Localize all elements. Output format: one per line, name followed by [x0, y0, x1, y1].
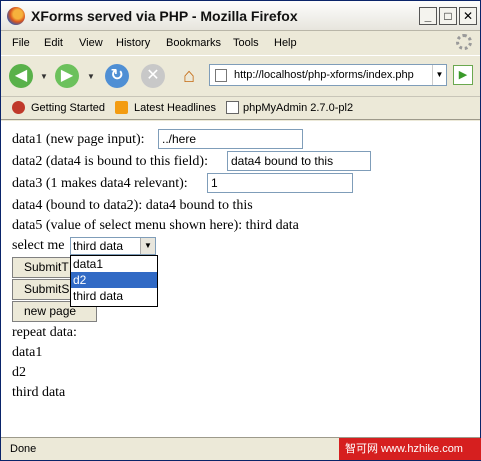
data2-input[interactable]: data4 bound to this: [227, 151, 371, 171]
select-dropdown-list: data1 d2 third data: [70, 255, 158, 307]
close-button[interactable]: ✕: [459, 7, 477, 25]
data1-label: data1 (new page input):: [12, 132, 145, 147]
forward-arrow-icon[interactable]: ▶: [55, 64, 79, 88]
home-icon[interactable]: ⌂: [177, 64, 201, 88]
forward-history-dropdown-icon[interactable]: ▼: [87, 72, 95, 81]
firefox-logo-icon: [7, 7, 25, 25]
menu-bar: File Edit View History Bookmarks Tools H…: [1, 32, 480, 54]
back-arrow-icon[interactable]: ◀: [9, 64, 33, 88]
watermark: 智可网 www.hzhike.com: [339, 438, 481, 460]
data4-output: data4 (bound to data2): data4 bound to t…: [12, 198, 253, 213]
data1-input[interactable]: ../here: [158, 129, 303, 149]
address-dropdown-icon[interactable]: ▼: [432, 65, 446, 85]
back-history-dropdown-icon[interactable]: ▼: [40, 72, 48, 81]
menu-file[interactable]: File: [12, 37, 30, 49]
data5-output: data5 (value of select menu shown here):…: [12, 218, 299, 233]
browser-window: XForms served via PHP - Mozilla Firefox …: [0, 0, 481, 461]
rss-feed-icon: [115, 101, 128, 114]
menu-edit[interactable]: Edit: [44, 37, 63, 49]
menu-tools[interactable]: Tools: [233, 37, 259, 49]
select-label: select me: [12, 238, 65, 253]
window-title: XForms served via PHP - Mozilla Firefox: [31, 8, 298, 24]
firefox-bookmark-icon: [12, 101, 25, 114]
menu-bookmarks[interactable]: Bookmarks: [166, 37, 221, 49]
address-url[interactable]: http://localhost/php-xforms/index.php: [234, 69, 414, 81]
address-bar[interactable]: http://localhost/php-xforms/index.php ▼: [209, 64, 447, 86]
repeat-item: third data: [12, 385, 66, 400]
data2-label: data2 (data4 is bound to this field):: [12, 154, 208, 169]
reload-icon[interactable]: ↻: [105, 64, 129, 88]
select-option[interactable]: data1: [71, 256, 157, 272]
go-button[interactable]: ▶: [453, 65, 473, 85]
chevron-down-icon[interactable]: ▼: [140, 238, 155, 254]
page-favicon-icon: [215, 69, 227, 82]
data3-label: data3 (1 makes data4 relevant):: [12, 176, 188, 191]
menu-view[interactable]: View: [79, 37, 103, 49]
status-text: Done: [10, 443, 37, 455]
repeat-item: data1: [12, 345, 43, 360]
bookmark-latest-headlines[interactable]: Latest Headlines: [134, 102, 216, 114]
select-value: third data: [73, 239, 124, 253]
repeat-label: repeat data:: [12, 325, 77, 340]
title-bar: XForms served via PHP - Mozilla Firefox …: [1, 1, 480, 31]
menu-help[interactable]: Help: [274, 37, 297, 49]
bookmark-getting-started[interactable]: Getting Started: [31, 102, 105, 114]
select-option-highlighted[interactable]: d2: [71, 272, 157, 288]
data3-input[interactable]: 1: [207, 173, 353, 193]
throbber-icon: [456, 34, 472, 50]
select-option[interactable]: third data: [71, 288, 157, 304]
select-menu[interactable]: third data ▼: [70, 237, 156, 255]
bookmarks-toolbar: Getting Started Latest Headlines phpMyAd…: [1, 96, 480, 120]
menu-history[interactable]: History: [116, 37, 150, 49]
minimize-button[interactable]: _: [419, 7, 437, 25]
page-content: data1 (new page input): ../here data2 (d…: [1, 121, 480, 437]
repeat-item: d2: [12, 365, 26, 380]
stop-icon[interactable]: ✕: [141, 64, 165, 88]
maximize-button[interactable]: □: [439, 7, 457, 25]
page-bookmark-icon: [226, 101, 239, 114]
bookmark-phpmyadmin[interactable]: phpMyAdmin 2.7.0-pl2: [243, 102, 353, 114]
